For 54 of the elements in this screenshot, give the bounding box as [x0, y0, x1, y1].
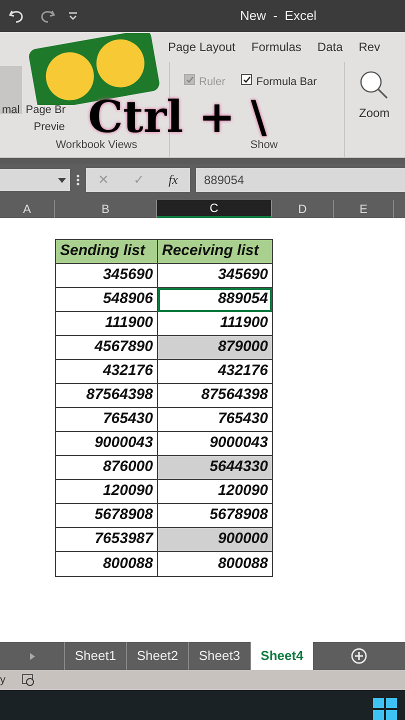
ribbon-tab[interactable]: Page Layout: [168, 38, 236, 56]
table-cell: 120090: [56, 480, 158, 504]
redo-icon[interactable]: [38, 8, 56, 24]
table-cell-text: 800088: [216, 554, 269, 574]
customize-icon[interactable]: [68, 11, 78, 21]
undo-icon[interactable]: [8, 8, 26, 24]
page-break-label[interactable]: Previe: [26, 118, 66, 135]
table-cell: 111900: [56, 312, 158, 336]
page-break-label[interactable]: Page Br: [26, 102, 66, 118]
more-icon[interactable]: [76, 174, 80, 186]
table-cell: 432176: [158, 360, 272, 384]
group-label: Workbook Views: [54, 138, 138, 152]
table-cell: 9000043: [56, 432, 158, 456]
checkbox[interactable]: [241, 74, 252, 85]
table-cell: 900000: [158, 528, 272, 552]
zoom-button[interactable]: Zoom: [345, 62, 404, 122]
ribbon-tab[interactable]: Formulas: [251, 38, 302, 56]
search-icon: [359, 70, 390, 100]
column-header[interactable]: C: [157, 200, 272, 218]
window-title: New - Excel: [240, 7, 317, 26]
checkbox-label: Formula Bar: [256, 75, 317, 90]
status-text: y: [0, 672, 6, 688]
table-cell: 800088: [56, 552, 158, 576]
table-cell: 432176: [56, 360, 158, 384]
sheet-tab[interactable]: Sheet4: [251, 642, 313, 670]
shortcut-overlay-text: Ctrl + \: [88, 96, 267, 140]
table-cell: 345690: [158, 264, 272, 288]
table-cell: 5644330: [158, 456, 272, 480]
add-sheet-icon[interactable]: [351, 648, 367, 664]
table-cell: 5678908: [56, 504, 158, 528]
check-icon: [186, 76, 194, 84]
header-cell: Receiving list: [158, 240, 272, 264]
table-cell: 765430: [158, 408, 272, 432]
table-cell: 345690: [56, 264, 158, 288]
ribbon-tab[interactable]: Data: [317, 38, 343, 56]
table-cell: 87564398: [56, 384, 158, 408]
insert-function-button[interactable]: fx: [168, 170, 178, 190]
table-cell: 889054: [158, 288, 272, 312]
camera-icon[interactable]: [22, 674, 34, 686]
ribbon-tab[interactable]: Rev: [358, 38, 380, 56]
table-cell: 879000: [158, 336, 272, 360]
group-label: Show: [249, 138, 279, 152]
table-cell: 765430: [56, 408, 158, 432]
table-cell: 87564398: [158, 384, 272, 408]
normal-view-button[interactable]: mal: [0, 66, 22, 114]
table-cell: 548906: [56, 288, 158, 312]
dropdown-icon: [58, 178, 66, 182]
table-cell: 120090: [158, 480, 272, 504]
formula-input[interactable]: 889054: [196, 168, 405, 192]
scroll-right-icon[interactable]: [30, 652, 34, 660]
check-icon: [242, 76, 251, 84]
checkbox-label: Ruler: [199, 75, 226, 90]
windows-logo-icon[interactable]: [373, 698, 397, 720]
header-cell: Sending list: [56, 240, 158, 264]
